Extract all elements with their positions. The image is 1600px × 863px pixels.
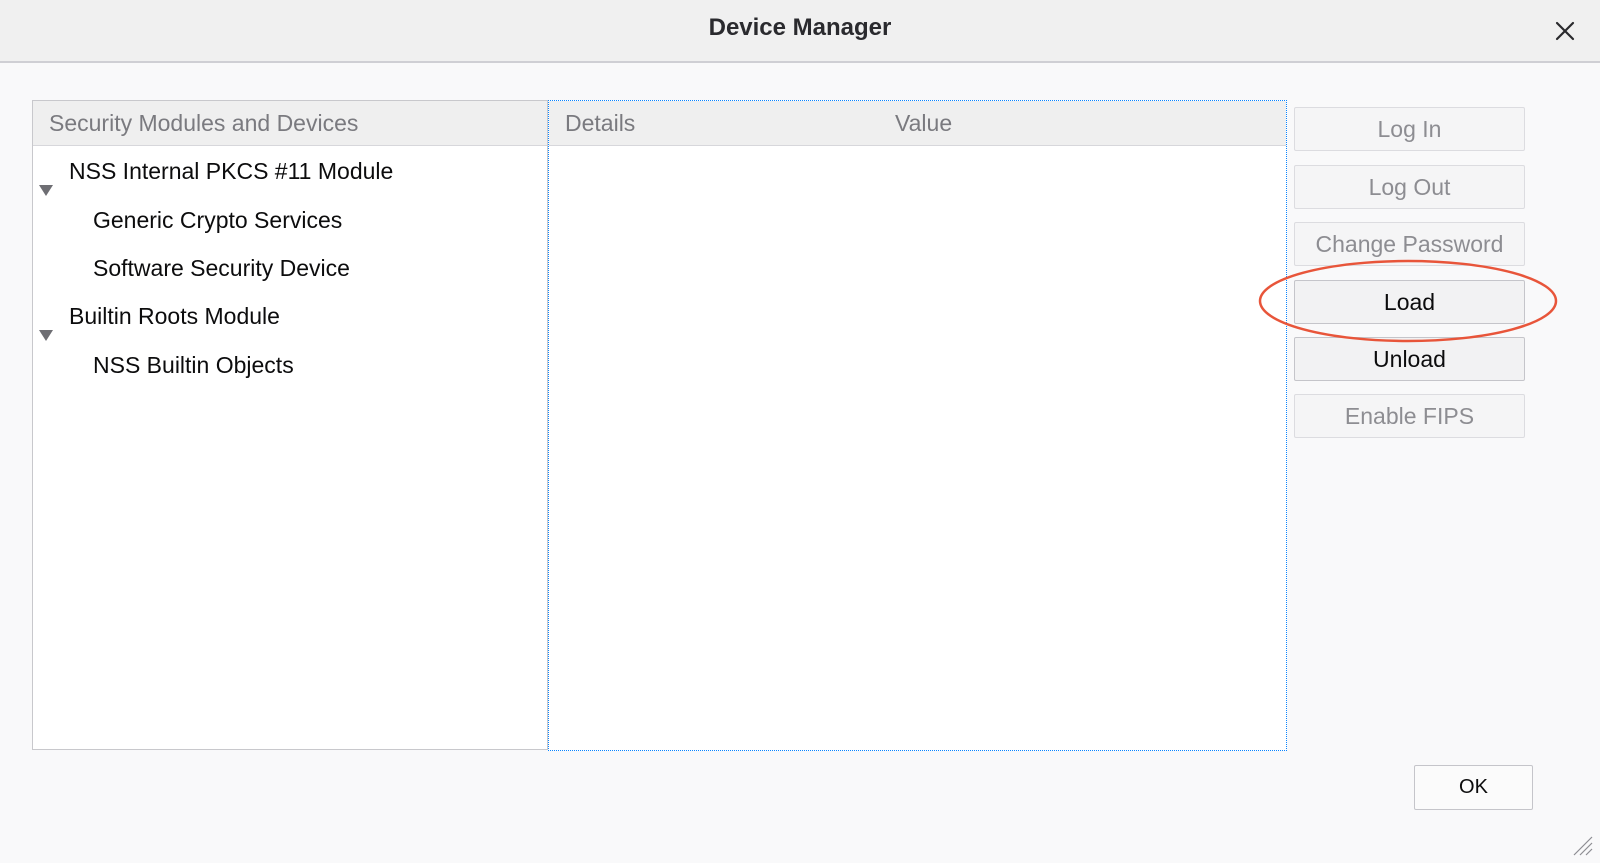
- load-button[interactable]: Load: [1294, 280, 1525, 324]
- ok-button[interactable]: OK: [1414, 765, 1533, 810]
- tree-column-header[interactable]: Security Modules and Devices: [33, 101, 547, 146]
- details-table[interactable]: Details Value: [548, 100, 1287, 751]
- tree-item-label: Software Security Device: [93, 255, 350, 281]
- tree-item-label: Builtin Roots Module: [69, 303, 280, 329]
- window-title: Device Manager: [708, 14, 892, 41]
- log-in-button[interactable]: Log In: [1294, 107, 1525, 151]
- value-column-header[interactable]: Value: [879, 101, 1286, 146]
- tree-item-label: Generic Crypto Services: [93, 207, 343, 233]
- close-icon[interactable]: [1552, 18, 1578, 44]
- device-manager-dialog: Device Manager Security Modules and Devi…: [0, 0, 1600, 863]
- details-column-header[interactable]: Details: [549, 101, 879, 146]
- expanded-twisty-icon[interactable]: [39, 310, 53, 341]
- tree-item-label: NSS Builtin Objects: [93, 352, 294, 378]
- tree-item-generic-crypto-services[interactable]: Generic Crypto Services: [33, 196, 547, 244]
- expanded-twisty-icon[interactable]: [39, 165, 53, 196]
- change-password-button[interactable]: Change Password: [1294, 222, 1525, 266]
- tree-item-nss-internal-module[interactable]: NSS Internal PKCS #11 Module: [33, 147, 547, 196]
- security-modules-tree[interactable]: Security Modules and Devices NSS Interna…: [32, 100, 548, 750]
- tree-item-nss-builtin-objects[interactable]: NSS Builtin Objects: [33, 341, 547, 389]
- resize-grip-icon[interactable]: [1570, 833, 1594, 857]
- log-out-button[interactable]: Log Out: [1294, 165, 1525, 209]
- tree-item-label: NSS Internal PKCS #11 Module: [69, 158, 394, 184]
- enable-fips-button[interactable]: Enable FIPS: [1294, 394, 1525, 438]
- tree-item-builtin-roots-module[interactable]: Builtin Roots Module: [33, 292, 547, 341]
- tree-item-software-security-device[interactable]: Software Security Device: [33, 244, 547, 292]
- title-bar: Device Manager: [0, 0, 1600, 63]
- unload-button[interactable]: Unload: [1294, 337, 1525, 381]
